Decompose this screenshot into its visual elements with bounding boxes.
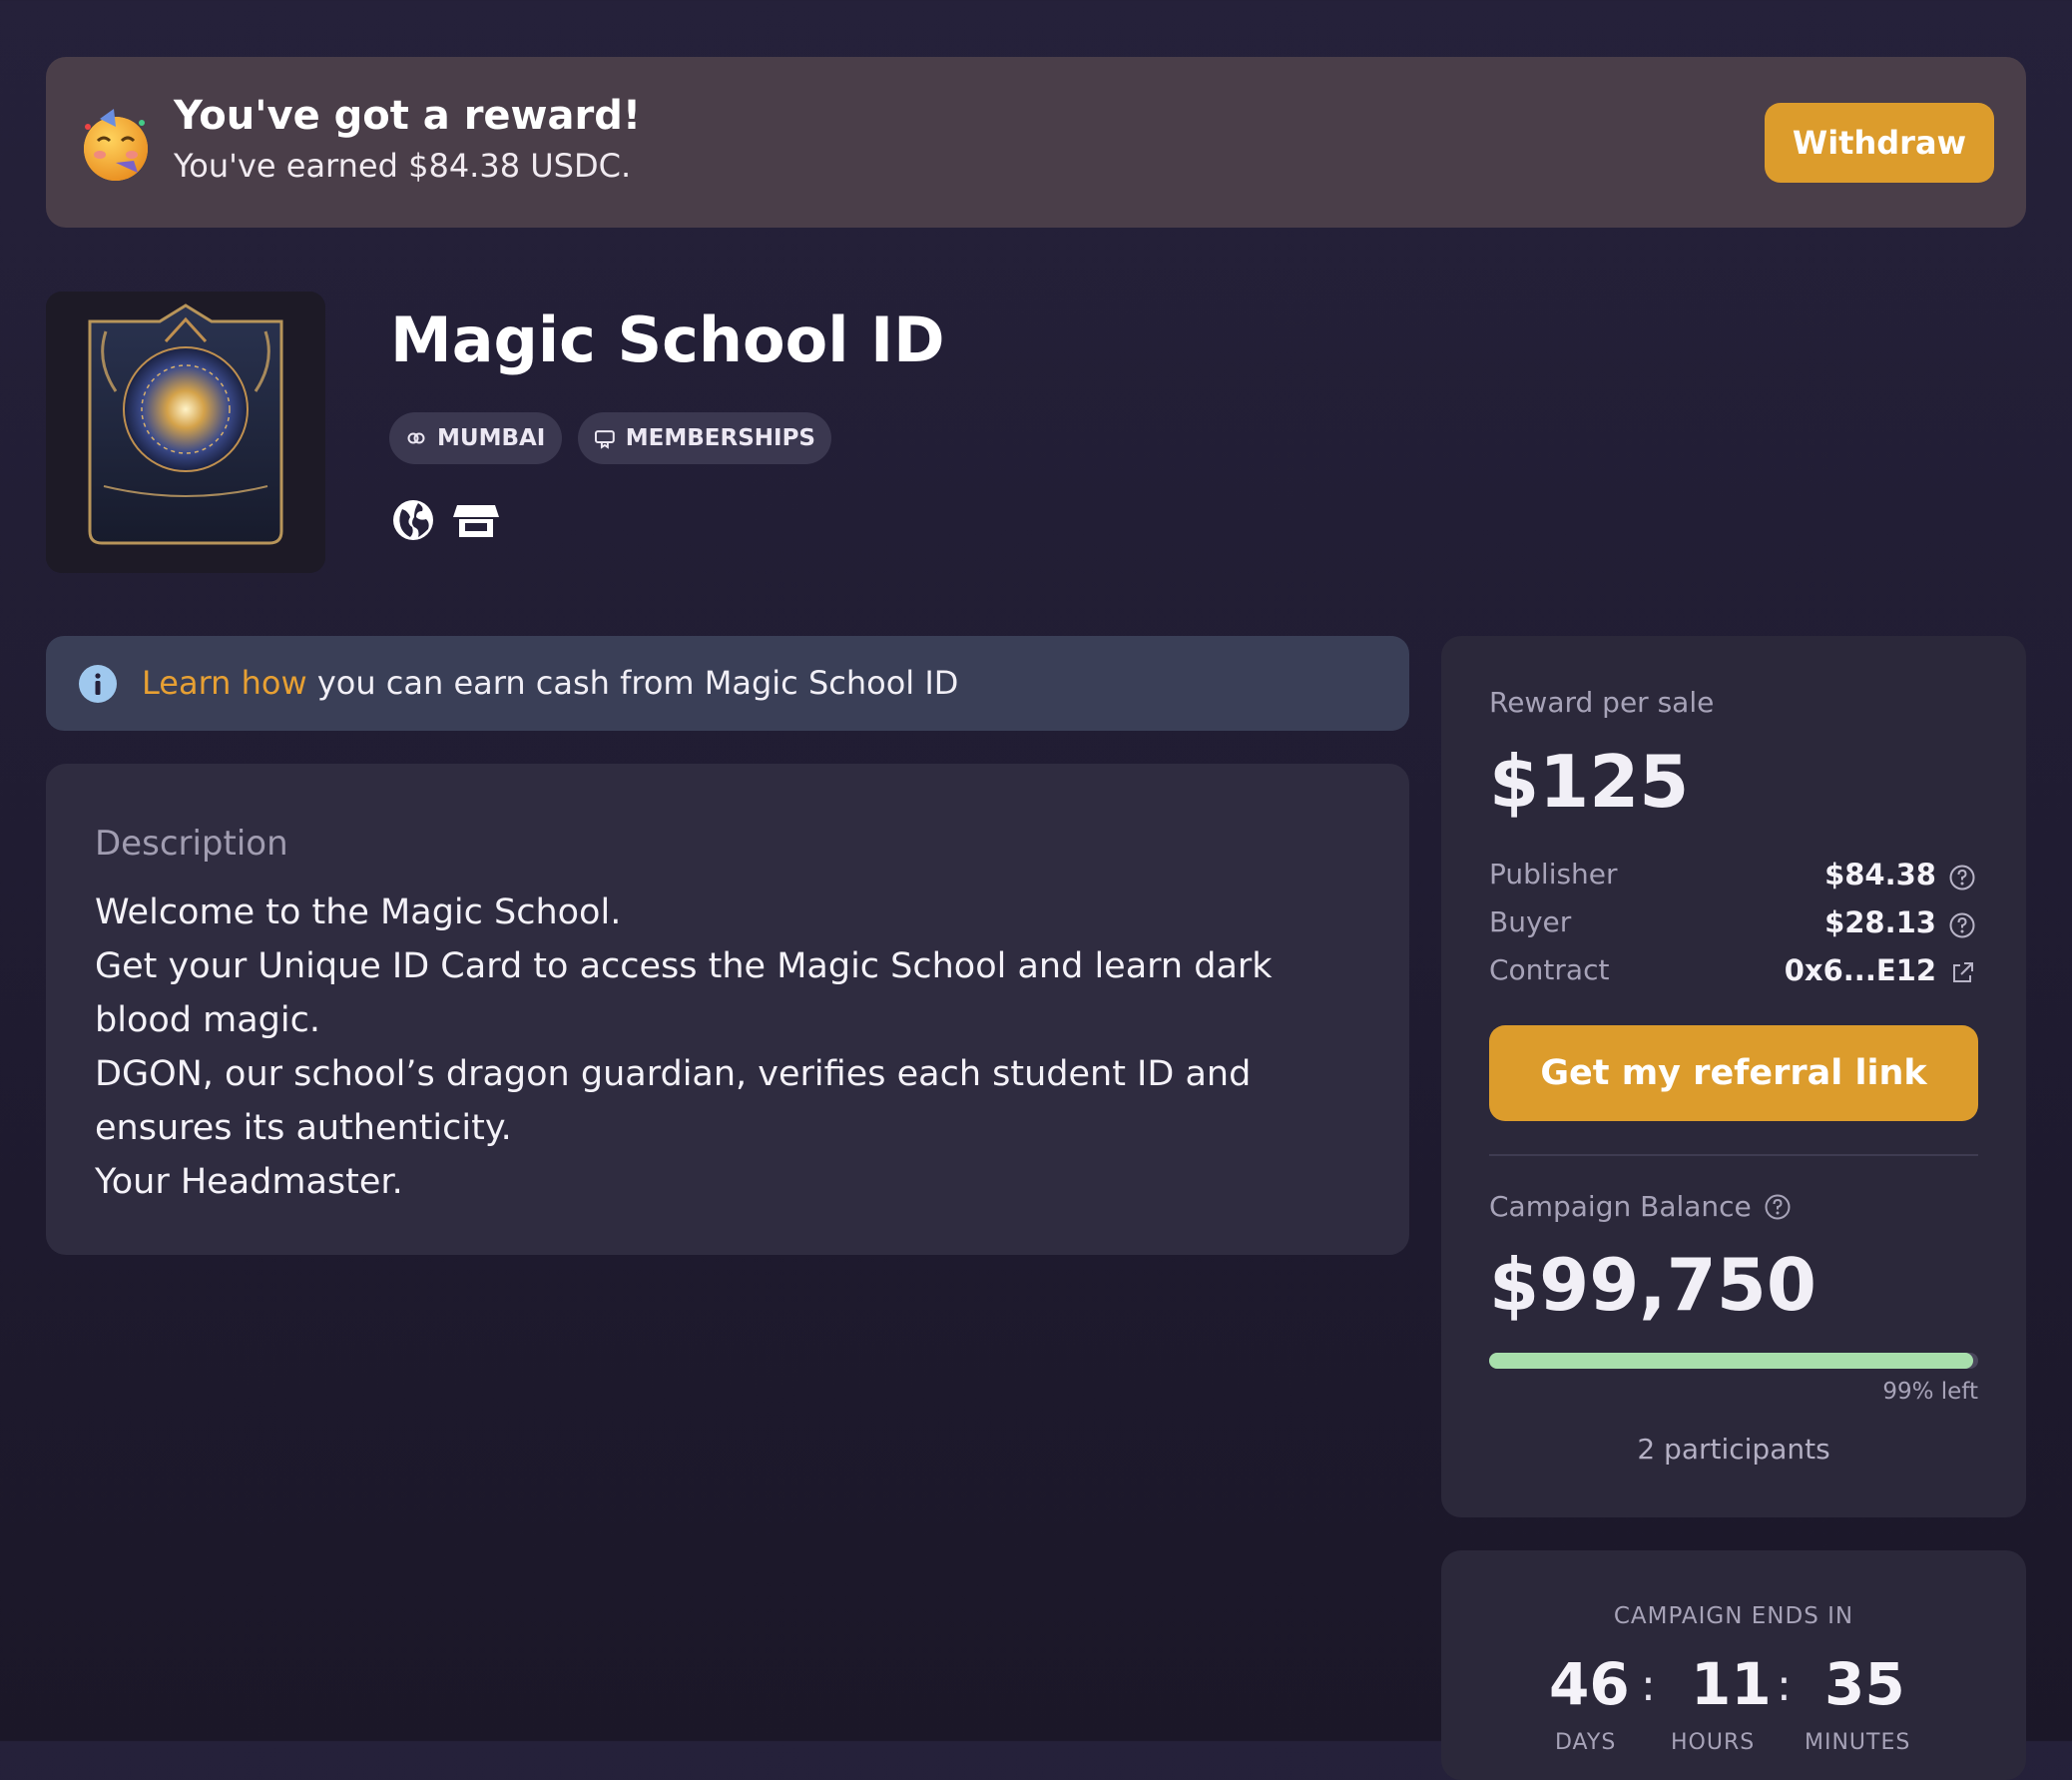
countdown-hours: 11 (1691, 1650, 1772, 1718)
campaign-page: You've got a reward! You've earned $84.3… (0, 0, 2072, 1780)
campaign-balance-label: Campaign Balance (1489, 1190, 1792, 1223)
divider (1489, 1154, 1978, 1156)
category-label: MEMBERSHIPS (625, 425, 815, 451)
project-title: Magic School ID (390, 303, 945, 376)
participants-count: 2 participants (1637, 1433, 1830, 1466)
withdraw-button[interactable]: Withdraw (1765, 103, 1994, 183)
percent-left: 99% left (1882, 1379, 1978, 1405)
campaign-balance-text: Campaign Balance (1489, 1190, 1752, 1223)
help-icon[interactable] (1948, 864, 1976, 891)
description-line: DGON, our school’s dragon guardian, veri… (95, 1054, 1252, 1148)
reward-amount: $125 (1489, 740, 1690, 824)
buyer-label: Buyer (1489, 905, 1572, 938)
campaign-balance-value: $99,750 (1489, 1243, 1816, 1327)
publisher-label: Publisher (1489, 858, 1618, 890)
network-chip[interactable]: MUMBAI (389, 412, 562, 464)
reward-per-sale-label: Reward per sale (1489, 686, 1715, 719)
learn-how-rest: you can earn cash from Magic School ID (306, 664, 959, 702)
publisher-value: $84.38 (1824, 858, 1936, 891)
countdown-minutes-label: MINUTES (1805, 1730, 1911, 1755)
countdown-separator: : (1777, 1660, 1792, 1711)
buyer-value: $28.13 (1824, 905, 1936, 939)
category-chip[interactable]: MEMBERSHIPS (578, 412, 831, 464)
link-chain-icon (407, 432, 425, 444)
reward-banner: You've got a reward! You've earned $84.3… (46, 57, 2026, 228)
description-body: Welcome to the Magic School. Get your Un… (95, 886, 1362, 1209)
publisher-row: Publisher $84.38 (1489, 858, 1976, 897)
countdown-minutes: 35 (1824, 1650, 1905, 1718)
project-thumbnail (46, 292, 325, 573)
learn-how-bar: Learn how you can earn cash from Magic S… (46, 636, 1409, 731)
contract-value[interactable]: 0x6...E12 (1785, 953, 1936, 987)
banner-subtitle: You've earned $84.38 USDC. (174, 147, 632, 185)
learn-how-text: Learn how you can earn cash from Magic S… (142, 664, 958, 702)
countdown-heading: CAMPAIGN ENDS IN (1613, 1603, 1854, 1629)
countdown-days-label: DAYS (1555, 1730, 1617, 1755)
balance-progress-fill (1489, 1353, 1974, 1369)
description-line: Your Headmaster. (95, 1162, 403, 1202)
reward-card: Reward per sale $125 Publisher $84.38 Bu… (1441, 636, 2026, 1517)
countdown-days: 46 (1549, 1650, 1630, 1718)
countdown-separator: : (1641, 1660, 1656, 1711)
banner-title: You've got a reward! (174, 93, 642, 139)
learn-how-link[interactable]: Learn how (142, 664, 307, 702)
description-line: Welcome to the Magic School. (95, 892, 622, 932)
help-icon[interactable] (1948, 911, 1976, 939)
buyer-row: Buyer $28.13 (1489, 905, 1976, 945)
membership-card-icon (594, 430, 615, 449)
network-label: MUMBAI (437, 425, 546, 451)
external-link-icon[interactable] (1948, 959, 1976, 987)
contract-label: Contract (1489, 953, 1610, 986)
info-icon (79, 665, 117, 703)
balance-progress-bar (1489, 1353, 1978, 1369)
description-label: Description (95, 824, 288, 864)
party-face-icon (84, 109, 148, 181)
get-referral-link-button[interactable]: Get my referral link (1489, 1025, 1978, 1121)
store-icon[interactable] (453, 497, 499, 543)
countdown-card: CAMPAIGN ENDS IN 46 : 11 : 35 DAYS HOURS… (1441, 1550, 2026, 1780)
countdown-hours-label: HOURS (1671, 1730, 1756, 1755)
description-card: Description Welcome to the Magic School.… (46, 764, 1409, 1255)
contract-row: Contract 0x6...E12 (1489, 953, 1976, 993)
id-card-image (46, 292, 325, 573)
description-line: Get your Unique ID Card to access the Ma… (95, 946, 1273, 1040)
help-icon[interactable] (1764, 1193, 1792, 1221)
globe-icon[interactable] (390, 497, 436, 543)
